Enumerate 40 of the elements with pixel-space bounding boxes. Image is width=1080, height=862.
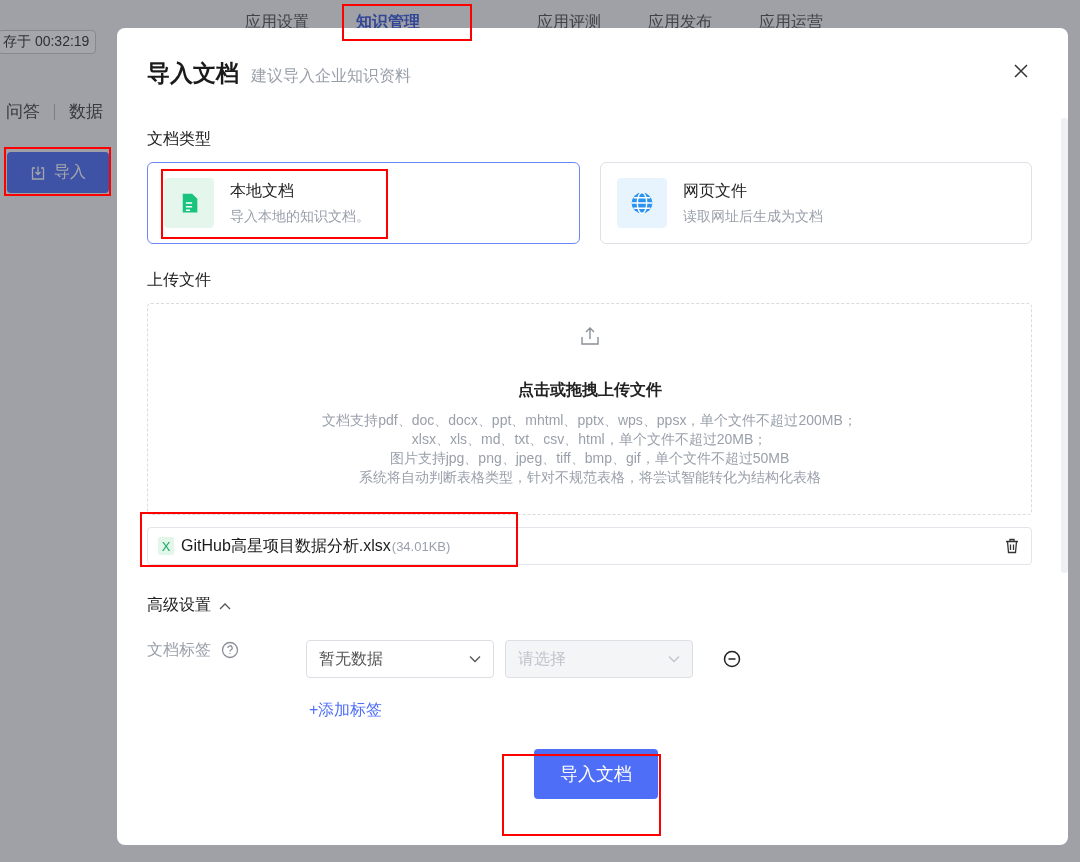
dialog-title: 导入文档 [147, 59, 239, 88]
advanced-settings-toggle[interactable]: 高级设置 [147, 595, 231, 616]
upload-dropzone[interactable]: 点击或拖拽上传文件 文档支持pdf、doc、docx、ppt、mhtml、pptx、wps、ppsx，单个文件不超过200MB； xlsx、xls、md、txt、csv、html，单个文件不超过20MB； 图片支持jpg、png、jpeg、tiff、bmp、gif，单个文件不超过50MB 系统将自动判断表格类型，针对不规范表格，将尝试智能转化为结构化表格 [147, 303, 1032, 515]
card-title: 本地文档 [230, 180, 295, 201]
doc-type-card[interactable]: 网页文件 读取网址后生成为文档 [599, 162, 1032, 244]
section-label: 上传文件 [147, 270, 212, 290]
globe-icon [616, 178, 667, 228]
save-status: 存于 00:32:19 [0, 30, 97, 54]
upload-hint: xlsx、xls、md、txt、csv、html，单个文件不超过20MB； [411, 430, 768, 449]
help-icon[interactable] [221, 641, 239, 659]
import-button[interactable]: 导入 [7, 152, 109, 193]
upload-hint: 文档支持pdf、doc、docx、ppt、mhtml、pptx、wps、ppsx，单个文件不超过200MB； [322, 411, 857, 430]
sub-tab[interactable]: 问答 [6, 100, 40, 123]
field-label: 文档标签 [147, 639, 211, 660]
card-description: 导入本地的知识文档。 [230, 207, 370, 226]
upload-hint: 系统将自动判断表格类型，针对不规范表格，将尝试智能转化为结构化表格 [358, 468, 821, 487]
delete-icon[interactable] [1005, 538, 1019, 554]
file-size: (34.01KB) [391, 538, 451, 554]
document-icon [164, 178, 214, 228]
section-label: 文档类型 [147, 129, 212, 149]
upload-prompt: 点击或拖拽上传文件 [517, 380, 662, 400]
upload-hint: 图片支持jpg、png、jpeg、tiff、bmp、gif，单个文件不超过50MB [389, 449, 790, 468]
remove-icon[interactable] [723, 650, 741, 668]
import-document-button[interactable]: 导入文档 [533, 749, 658, 799]
sub-tab[interactable]: 数据 [69, 100, 103, 123]
import-icon [30, 164, 46, 181]
upload-icon [579, 326, 600, 346]
dialog-subtitle: 建议导入企业知识资料 [251, 66, 411, 86]
doc-type-card[interactable]: 本地文档 导入本地的知识文档。 [147, 162, 580, 244]
chevron-icon [219, 601, 231, 610]
dropdown-chevron-icon [469, 655, 481, 663]
add-tag-link[interactable]: +添加标签 [309, 700, 383, 721]
dropdown-chevron-icon [668, 655, 680, 663]
card-title: 网页文件 [682, 180, 748, 201]
file-name: GitHub高星项目数据分析.xlsx [181, 535, 391, 556]
tag-select[interactable]: 暂无数据 [306, 640, 494, 678]
excel-icon: X [158, 537, 174, 555]
card-description: 读取网址后生成为文档 [682, 207, 823, 226]
scrollbar[interactable] [1061, 118, 1068, 573]
close-icon[interactable] [1014, 64, 1028, 78]
